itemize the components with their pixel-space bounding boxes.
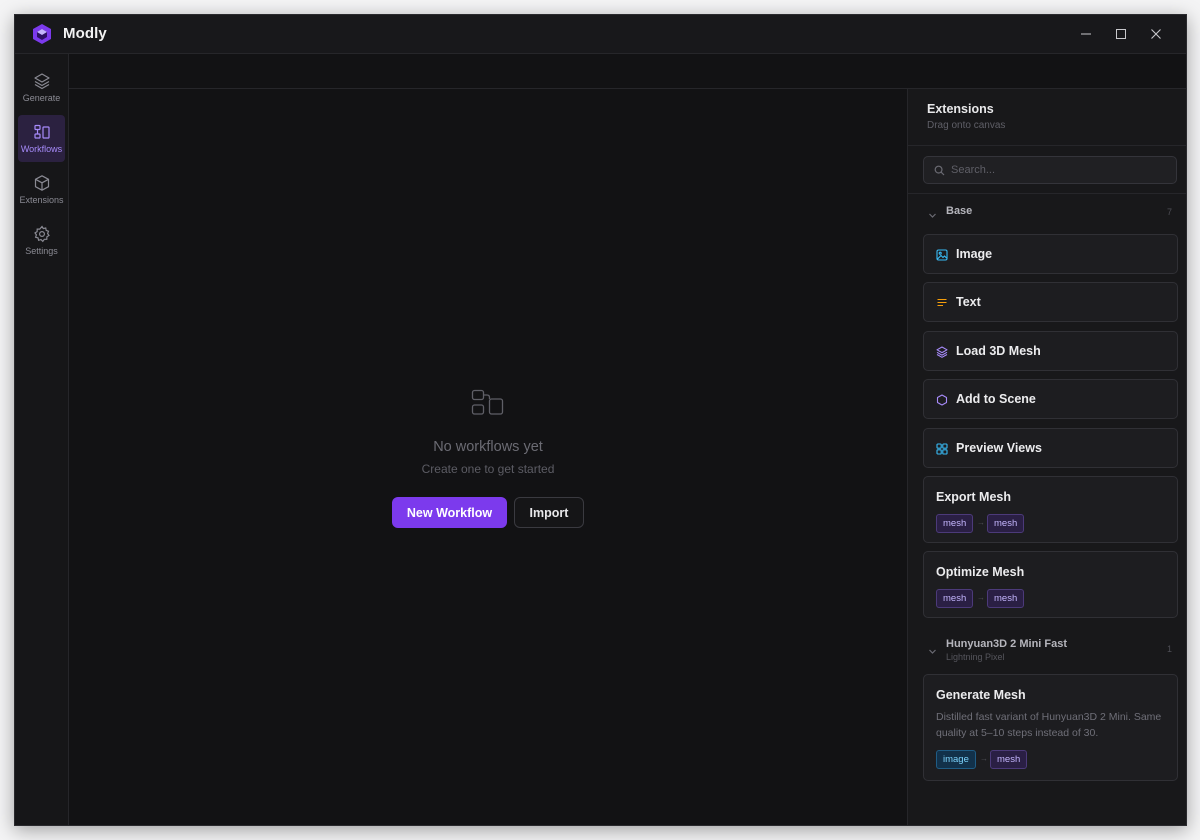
sidebar-item-settings[interactable]: Settings <box>18 217 65 264</box>
grid-icon <box>936 443 948 455</box>
empty-state-title: No workflows yet <box>433 439 543 455</box>
port-arrow: → <box>977 518 985 527</box>
group-header-base[interactable]: Base 7 <box>908 202 1186 232</box>
panel-subtitle: Drag onto canvas <box>927 120 1006 131</box>
sidebar-item-generate[interactable]: Generate <box>18 64 65 111</box>
panel-header: Extensions Drag onto canvas <box>908 89 1186 146</box>
app-title: Modly <box>63 25 107 42</box>
node-optimize-mesh[interactable]: Optimize Mesh mesh → mesh <box>923 551 1178 618</box>
search-box[interactable] <box>923 156 1177 184</box>
node-add-to-scene[interactable]: Add to Scene <box>923 379 1178 419</box>
node-export-mesh[interactable]: Export Mesh mesh → mesh <box>923 476 1178 543</box>
layers-icon <box>33 73 50 90</box>
port-arrow: → <box>977 593 985 602</box>
sidebar-item-label: Settings <box>25 246 58 256</box>
image-icon <box>936 249 948 261</box>
close-button[interactable] <box>1147 25 1165 43</box>
workflow-empty-icon <box>471 389 504 415</box>
empty-state-subtitle: Create one to get started <box>421 462 555 476</box>
node-description: Distilled fast variant of Hunyuan3D 2 Mi… <box>936 711 1162 739</box>
workflow-tabs-bar <box>69 54 1186 89</box>
search-icon <box>934 165 945 176</box>
node-image[interactable]: Image <box>923 234 1178 274</box>
input-port-badge: mesh <box>936 514 974 533</box>
node-load-3d-mesh[interactable]: Load 3D Mesh <box>923 331 1178 371</box>
maximize-icon <box>1116 29 1126 39</box>
node-label: Export Mesh <box>936 490 1012 504</box>
close-icon <box>1151 29 1161 39</box>
hexagon-icon <box>936 394 948 406</box>
group-count: 1 <box>1166 644 1172 654</box>
sidebar-item-label: Extensions <box>19 195 64 205</box>
group-count: 7 <box>1166 207 1172 217</box>
node-label: Add to Scene <box>956 392 1036 406</box>
workflow-icon <box>33 124 50 139</box>
group-subtitle: Lightning Pixel <box>946 652 1005 662</box>
sidebar-item-label: Generate <box>22 93 61 103</box>
output-port-badge: mesh <box>987 589 1025 608</box>
input-port-badge: image <box>936 750 976 769</box>
app-window: Modly Generate Workflows Extensions Sett… <box>14 14 1187 826</box>
port-arrow: → <box>980 754 988 763</box>
input-port-badge: mesh <box>936 589 974 608</box>
node-label: Optimize Mesh <box>936 565 1025 579</box>
search-row <box>908 146 1186 194</box>
import-button[interactable]: Import <box>514 497 584 528</box>
new-workflow-button[interactable]: New Workflow <box>392 497 507 528</box>
extensions-panel: Extensions Drag onto canvas Base 7 Image <box>907 89 1186 825</box>
sidebar-item-label: Workflows <box>20 144 63 154</box>
layers-icon <box>936 346 948 358</box>
node-label: Generate Mesh <box>936 688 1026 702</box>
minimize-icon <box>1081 33 1091 35</box>
node-generate-mesh[interactable]: Generate Mesh Distilled fast variant of … <box>923 674 1178 781</box>
gear-icon <box>33 225 50 243</box>
title-bar: Modly <box>15 15 1186 54</box>
workflow-canvas[interactable]: No workflows yet Create one to get start… <box>69 89 907 825</box>
output-port-badge: mesh <box>990 750 1028 769</box>
group-header-hunyuan3d[interactable]: Hunyuan3D 2 Mini Fast Lightning Pixel 1 <box>908 635 1186 665</box>
node-preview-views[interactable]: Preview Views <box>923 428 1178 468</box>
sidebar: Generate Workflows Extensions Settings <box>15 54 69 825</box>
node-label: Load 3D Mesh <box>956 344 1041 358</box>
sidebar-item-workflows[interactable]: Workflows <box>18 115 65 162</box>
maximize-button[interactable] <box>1112 25 1130 43</box>
output-port-badge: mesh <box>987 514 1025 533</box>
chevron-down-icon <box>929 213 936 218</box>
group-title: Base <box>946 205 973 217</box>
group-title: Hunyuan3D 2 Mini Fast <box>946 638 1068 650</box>
node-label: Preview Views <box>956 441 1042 455</box>
minimize-button[interactable] <box>1077 25 1095 43</box>
text-lines-icon <box>937 298 947 307</box>
node-label: Image <box>956 247 993 261</box>
modly-logo-icon <box>33 24 51 44</box>
cube-icon <box>34 175 49 191</box>
node-text[interactable]: Text <box>923 282 1178 322</box>
search-input[interactable] <box>951 161 1166 179</box>
sidebar-item-extensions[interactable]: Extensions <box>18 166 65 213</box>
chevron-down-icon <box>929 649 936 654</box>
node-label: Text <box>956 295 981 309</box>
panel-title: Extensions <box>927 102 994 116</box>
